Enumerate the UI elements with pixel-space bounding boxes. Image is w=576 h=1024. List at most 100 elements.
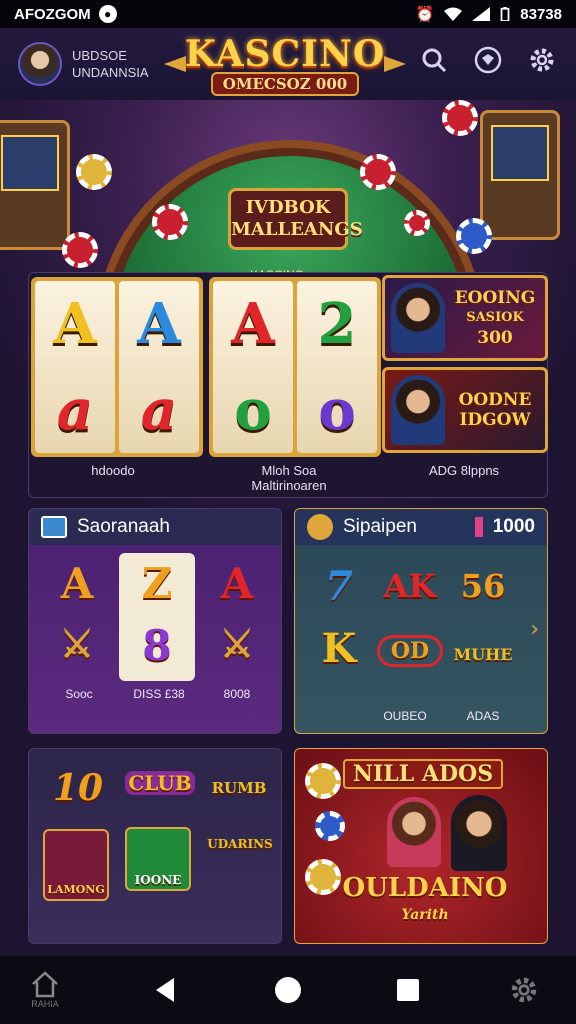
- chevron-right-icon[interactable]: ›: [530, 617, 539, 642]
- card-title: Saoranaah: [77, 516, 170, 537]
- badge-button[interactable]: [472, 44, 504, 76]
- tile-label: Sooc: [65, 687, 93, 701]
- caption-line: Mloh Soa: [261, 463, 317, 478]
- status-left-text: AFOZGOM: [14, 5, 91, 23]
- gem-icon: [474, 517, 483, 537]
- tile-symbol[interactable]: OD: [377, 635, 443, 667]
- reel-group-1[interactable]: A a A a: [31, 277, 203, 457]
- avatar[interactable]: [18, 42, 62, 86]
- app-logo: KASCINO OMECSOZ 000: [164, 33, 400, 96]
- promo-line: OODNE: [458, 390, 532, 410]
- nav-recents[interactable]: [396, 978, 420, 1002]
- tile-symbol[interactable]: CLUB: [125, 771, 195, 795]
- sword-icon[interactable]: ⚔: [49, 621, 105, 666]
- logo-title: KASCINO: [184, 33, 386, 75]
- back-triangle-icon: [156, 978, 174, 1002]
- caption: hdoodo: [91, 463, 135, 478]
- chip-icon: [315, 811, 345, 841]
- promo-line: IDGOW: [459, 410, 531, 430]
- search-button[interactable]: [418, 44, 450, 76]
- promo-line: EOOING: [454, 288, 536, 308]
- chip-icon: [76, 154, 112, 190]
- promo-card-1[interactable]: EOOING SASIOK 300: [382, 275, 548, 361]
- reel-group-2[interactable]: A o 2 o: [209, 277, 381, 457]
- tile-label: DISS £38: [133, 687, 185, 701]
- tile-symbol[interactable]: 8: [129, 621, 185, 670]
- notification-icon: ●: [98, 5, 117, 23]
- card-left-bottom[interactable]: 10 CLUB RUMB LAMONG IOONE UDARINS: [28, 748, 282, 944]
- promo-card-2[interactable]: OODNE IDGOW: [382, 367, 548, 453]
- gear-icon: [511, 977, 537, 1003]
- promo-line: SASIOK: [466, 310, 524, 325]
- tile-symbol[interactable]: AK: [377, 567, 443, 605]
- caption-line: Maltirinoaren: [251, 478, 327, 493]
- reel-symbol: o: [234, 377, 272, 443]
- card-right-bottom[interactable]: NILL ADOS OULDAINO Yarith: [294, 748, 548, 944]
- app-header: UBDSOE UNDANNSIA KASCINO OMECSOZ 000: [0, 28, 576, 100]
- reel-symbol: A: [53, 291, 97, 357]
- card-amount: 1000: [492, 516, 535, 537]
- table-sign-line2: MALLEANGS: [231, 219, 363, 240]
- tile-symbol[interactable]: K: [309, 625, 369, 672]
- tile-symbol[interactable]: A: [209, 559, 265, 608]
- user-line-1: UBDSOE: [72, 48, 127, 63]
- reel: A a: [119, 281, 199, 453]
- search-icon: [422, 48, 447, 73]
- wifi-icon: [444, 7, 463, 21]
- chip-icon: [152, 204, 188, 240]
- chip-icon: [360, 154, 396, 190]
- tile-symbol[interactable]: RUMB: [209, 779, 269, 797]
- caption: ADG 8lppns: [428, 463, 500, 478]
- nav-back[interactable]: [152, 976, 178, 1004]
- table-sign: IVDBOK MALLEANGS: [228, 188, 363, 250]
- tile-label: 8008: [223, 687, 251, 701]
- tile-symbol[interactable]: IOONE: [125, 827, 191, 891]
- host-portrait: [387, 797, 441, 867]
- reel: A o: [213, 281, 293, 453]
- settings-button[interactable]: [526, 44, 558, 76]
- tile-symbol[interactable]: 7: [309, 563, 369, 610]
- tile-symbol[interactable]: 10: [43, 767, 113, 809]
- host-portrait: [451, 795, 507, 871]
- card-title: OULDAINO: [342, 873, 508, 903]
- card-left-top[interactable]: Saoranaah A Z A ⚔ 8 ⚔ Sooc DISS £38 8008: [28, 508, 282, 734]
- reel-symbol: 2: [317, 291, 357, 357]
- reel-symbol: a: [56, 377, 94, 443]
- table-sign-line1: IVDBOK: [245, 197, 331, 218]
- reel: 2 o: [297, 281, 377, 453]
- recents-square-icon: [397, 979, 419, 1001]
- tile-symbol[interactable]: UDARINS: [205, 837, 275, 851]
- promo-line: 300: [477, 328, 513, 348]
- tile-symbol[interactable]: LAMONG: [43, 829, 109, 901]
- tile-label: OUBEO: [383, 709, 427, 723]
- badge-icon: [474, 46, 502, 74]
- nav-settings[interactable]: [508, 974, 540, 1006]
- banner-title: NILL ADOS: [343, 759, 503, 789]
- card-right-top[interactable]: Sipaipen 1000 7 AK 56 K OD MUHE › OUBEO …: [294, 508, 548, 734]
- reel: A a: [35, 281, 115, 453]
- reel-symbol: A: [137, 291, 181, 357]
- slot-machine-right: [480, 110, 560, 240]
- slot-machine-left: [0, 120, 70, 250]
- tile-symbol[interactable]: 56: [451, 567, 515, 605]
- signal-icon: [472, 7, 491, 21]
- tile-symbol[interactable]: MUHE: [451, 645, 515, 664]
- chip-icon: [62, 232, 98, 268]
- tile-symbol[interactable]: Z: [129, 559, 185, 608]
- host-portrait: [391, 283, 445, 353]
- nav-home[interactable]: RAHIA: [30, 970, 60, 1009]
- battery-icon: [500, 7, 510, 21]
- reel-symbol: o: [318, 377, 356, 443]
- alarm-icon: ⏰: [415, 6, 435, 23]
- reel-symbol: a: [140, 377, 178, 443]
- nav-home-circle[interactable]: [274, 976, 302, 1004]
- featured-slots-panel: A a A a A o 2 o EOOING SASIOK 300 OODNE …: [28, 272, 548, 498]
- chip-icon: [456, 218, 492, 254]
- tile-label: ADAS: [466, 709, 500, 723]
- caption: Mloh Soa Maltirinoaren: [209, 463, 369, 493]
- user-info: UBDSOE UNDANNSIA: [72, 47, 149, 81]
- tile-symbol[interactable]: A: [49, 559, 105, 608]
- coin-icon: [307, 514, 333, 540]
- sword-icon[interactable]: ⚔: [209, 621, 265, 666]
- card-icon: [41, 516, 67, 538]
